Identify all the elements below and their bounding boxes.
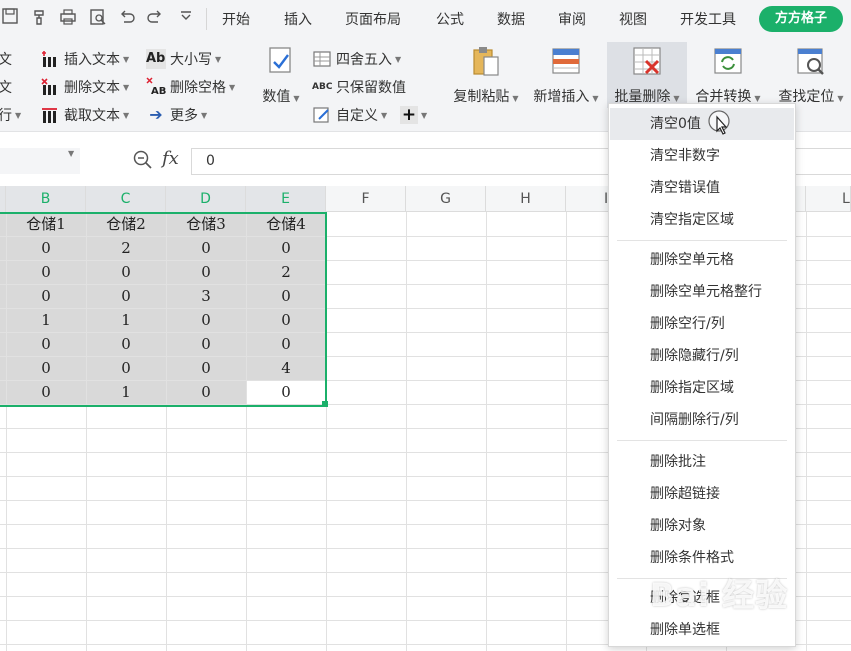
menu-item-clear-zero[interactable]: 清空0值 <box>610 108 794 140</box>
menu-item-delete-alternate-rows-cols[interactable]: 间隔删除行/列 <box>610 404 794 436</box>
redo-icon[interactable] <box>145 8 165 28</box>
cut-off-label: 文 <box>0 80 12 96</box>
insert-rows-icon <box>549 44 583 78</box>
plus-icon: + <box>400 105 418 125</box>
batch-delete-dropdown: 清空0值 清空非数字 清空错误值 清空指定区域 删除空单元格 删除空单元格整行 … <box>608 103 796 647</box>
menu-item-delete-hyperlinks[interactable]: 删除超链接 <box>610 478 794 510</box>
column-header-h[interactable]: H <box>486 186 566 212</box>
column-header-g[interactable]: G <box>406 186 486 212</box>
tab-developer[interactable]: 开发工具 <box>680 9 736 29</box>
svg-text:AB: AB <box>151 86 166 97</box>
menu-item-delete-objects[interactable]: 删除对象 <box>610 510 794 542</box>
delete-spaces-icon: AB <box>146 77 166 97</box>
menu-item-clear-errors[interactable]: 清空错误值 <box>610 172 794 204</box>
case-button[interactable]: Ab 大小写 ▼ <box>146 48 221 70</box>
insert-text-icon <box>40 49 60 69</box>
menu-item-delete-range[interactable]: 删除指定区域 <box>610 372 794 404</box>
format-painter-icon[interactable] <box>30 8 50 28</box>
chevron-down-icon[interactable]: ▼ <box>68 149 74 158</box>
round-button[interactable]: 四舍五入 ▼ <box>312 48 401 70</box>
cut-off-label: 文 <box>0 52 12 68</box>
clipboard-icon <box>469 44 503 78</box>
tab-insert[interactable]: 插入 <box>284 9 312 29</box>
menu-item-clear-non-numeric[interactable]: 清空非数字 <box>610 140 794 172</box>
undo-icon[interactable] <box>117 8 137 28</box>
tab-review[interactable]: 审阅 <box>558 9 586 29</box>
menu-item-delete-comments[interactable]: 删除批注 <box>610 446 794 478</box>
menu-item-clear-range[interactable]: 清空指定区域 <box>610 204 794 236</box>
mouse-pointer-icon <box>708 110 734 140</box>
more-button[interactable]: ➔ 更多 ▼ <box>146 104 207 126</box>
customize-icon[interactable] <box>176 8 196 28</box>
fx-icon[interactable]: fx <box>162 148 179 169</box>
copy-paste-button[interactable]: 复制粘贴 ▼ <box>448 44 524 106</box>
abc-icon: ABC <box>312 82 333 92</box>
column-header-l[interactable]: L <box>806 186 851 212</box>
delete-text-button[interactable]: 删除文本 ▼ <box>40 76 129 98</box>
numeric-button[interactable]: 数值 ▼ <box>258 44 304 106</box>
merge-convert-button[interactable]: 合并转换 ▼ <box>690 44 766 106</box>
find-locate-button[interactable]: 查找定位 ▼ <box>772 44 850 106</box>
custom-edit-icon <box>312 105 332 125</box>
baidu-jingyan-watermark: Bai 经验 <box>650 576 789 614</box>
delete-spaces-button[interactable]: AB 删除空格 ▼ <box>146 76 235 98</box>
find-locate-icon <box>794 44 828 78</box>
print-preview-icon[interactable] <box>88 8 108 28</box>
column-header-d[interactable]: D <box>166 186 246 212</box>
tab-view[interactable]: 视图 <box>619 9 647 29</box>
menu-bar: 开始 插入 页面布局 公式 数据 审阅 视图 开发工具 方方格子 <box>0 0 851 38</box>
zoom-search-icon[interactable] <box>133 150 153 175</box>
tab-data[interactable]: 数据 <box>497 9 525 29</box>
tab-home[interactable]: 开始 <box>222 9 250 29</box>
delete-text-icon <box>40 77 60 97</box>
save-icon[interactable] <box>0 8 20 28</box>
extract-text-icon <box>40 105 60 125</box>
selection-border <box>0 212 327 407</box>
menu-item-delete-radio-buttons[interactable]: 删除单选框 <box>610 614 794 646</box>
menu-item-delete-blank-cell-rows[interactable]: 删除空单元格整行 <box>610 276 794 308</box>
menu-item-delete-hidden-rows-cols[interactable]: 删除隐藏行/列 <box>610 340 794 372</box>
tab-formulas[interactable]: 公式 <box>436 9 464 29</box>
insert-text-button[interactable]: 插入文本 ▼ <box>40 48 129 70</box>
print-icon[interactable] <box>58 8 78 28</box>
add-insert-button[interactable]: 新增插入 ▼ <box>528 44 604 106</box>
keep-values-button[interactable]: ABC 只保留数值 <box>312 76 406 98</box>
menu-item-delete-blank-rows-cols[interactable]: 删除空行/列 <box>610 308 794 340</box>
fill-handle[interactable] <box>322 401 328 407</box>
round-icon <box>312 49 332 69</box>
cut-off-label: 行 ▼ <box>0 108 22 124</box>
column-header-e[interactable]: E <box>246 186 326 212</box>
plus-button[interactable]: + ▼ <box>400 104 427 126</box>
extract-text-button[interactable]: 截取文本 ▼ <box>40 104 129 126</box>
menu-item-delete-blank-cells[interactable]: 删除空单元格 <box>610 244 794 276</box>
custom-button[interactable]: 自定义 ▼ <box>312 104 387 126</box>
column-header-c[interactable]: C <box>86 186 166 212</box>
case-icon: Ab <box>146 49 166 69</box>
menu-separator <box>206 8 207 30</box>
numeric-icon <box>264 44 298 78</box>
fangfang-gezi-tab[interactable]: 方方格子 <box>759 6 843 32</box>
batch-delete-icon <box>630 44 664 78</box>
column-header-f[interactable]: F <box>326 186 406 212</box>
tab-page-layout[interactable]: 页面布局 <box>345 9 401 29</box>
merge-convert-icon <box>711 44 745 78</box>
column-header-b[interactable]: B <box>6 186 86 212</box>
menu-separator <box>617 240 787 241</box>
menu-separator <box>617 440 787 441</box>
batch-delete-button[interactable]: 批量删除 ▼ <box>607 42 687 108</box>
arrow-right-icon: ➔ <box>149 105 163 124</box>
